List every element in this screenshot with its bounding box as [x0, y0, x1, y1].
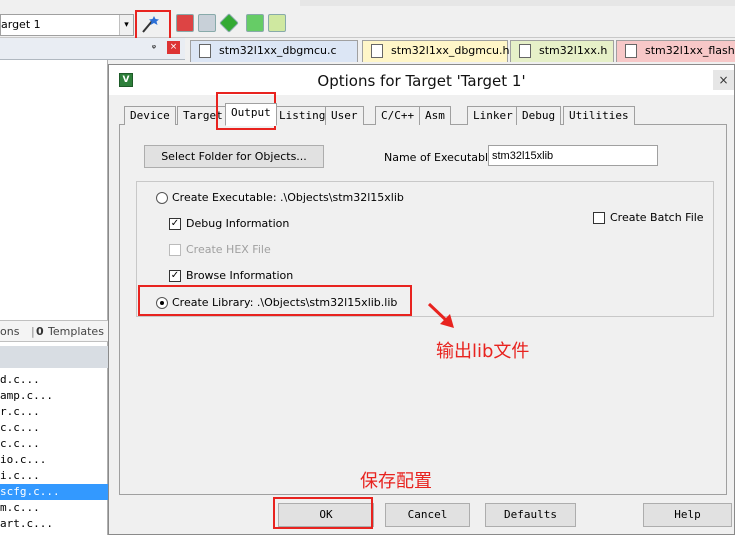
- file-list-item[interactable]: art.c...: [0, 516, 108, 532]
- editor-tab[interactable]: stm32l1xx.h: [510, 40, 614, 62]
- browse-info-label: Browse Information: [186, 269, 294, 282]
- highlight-create-library: [138, 285, 412, 316]
- file-icon: [519, 44, 531, 58]
- cancel-button[interactable]: Cancel: [385, 503, 470, 527]
- browse-info-checkbox[interactable]: ✓: [169, 270, 181, 282]
- file-list-item[interactable]: i.c...: [0, 468, 108, 484]
- target-select-value: arget 1: [1, 18, 41, 31]
- dialog-close-button[interactable]: ×: [713, 70, 734, 90]
- tab-asm[interactable]: Asm: [419, 106, 451, 125]
- tab-c-c-[interactable]: C/C++: [375, 106, 421, 125]
- tab-divider: |: [31, 325, 35, 338]
- manage-components-icon[interactable]: [176, 14, 194, 32]
- tab-user[interactable]: User: [325, 106, 364, 125]
- editor-tab-label: stm32l1xx_dbgmcu.h: [391, 44, 510, 57]
- red-arrow-icon: [427, 302, 454, 328]
- pin-icon[interactable]: ᵩ: [148, 40, 160, 54]
- dialog-tab-row: Device Target Output Listing User C/C++ Asm Lin…: [119, 103, 727, 126]
- select-folder-button[interactable]: Select Folder for Objects...: [144, 145, 324, 168]
- defaults-button[interactable]: Defaults: [485, 503, 576, 527]
- file-list-item[interactable]: d.c...: [0, 372, 108, 388]
- chevron-down-icon[interactable]: ▾: [119, 15, 133, 35]
- dialog-title: Options for Target 'Target 1': [317, 72, 526, 90]
- panel-section-bar: [0, 346, 108, 368]
- file-list-item[interactable]: c.c...: [0, 420, 108, 436]
- file-list-item[interactable]: amp.c...: [0, 388, 108, 404]
- ide-title-strip: [300, 0, 735, 6]
- rte-icon[interactable]: [268, 14, 286, 32]
- file-list-item[interactable]: m.c...: [0, 500, 108, 516]
- create-hex-checkbox[interactable]: [169, 244, 181, 256]
- templates-icon: 0: [36, 325, 44, 338]
- tab-device[interactable]: Device: [124, 106, 176, 125]
- name-of-executable-input[interactable]: [488, 145, 658, 166]
- file-list-item[interactable]: scfg.c...: [0, 484, 108, 500]
- project-panel-tabs: ons | 0 Templates: [0, 320, 108, 342]
- tab-debug[interactable]: Debug: [516, 106, 562, 125]
- debug-info-label: Debug Information: [186, 217, 290, 230]
- file-icon: [371, 44, 383, 58]
- editor-tab[interactable]: stm32l1xx_flash.c: [616, 40, 735, 62]
- file-icon: [199, 44, 211, 58]
- name-of-executable-label: Name of Executable:: [384, 151, 499, 164]
- tab-listing[interactable]: Listing: [273, 106, 332, 125]
- file-icon: [625, 44, 637, 58]
- annotation-output-lib: 输出lib文件: [436, 341, 530, 362]
- file-list: d.c... amp.c... r.c... c.c... c.c... io.c... i…: [0, 372, 108, 532]
- target-select[interactable]: arget 1 ▾: [0, 14, 134, 36]
- file-list-item[interactable]: io.c...: [0, 452, 108, 468]
- editor-tab-label: stm32l1xx_dbgmcu.c: [219, 44, 337, 57]
- create-batch-label: Create Batch File: [610, 211, 704, 224]
- create-executable-radio[interactable]: [156, 192, 168, 204]
- tab-functions[interactable]: ons: [0, 325, 19, 338]
- editor-tab[interactable]: stm32l1xx_dbgmcu.h: [362, 40, 510, 62]
- editor-tab-label: stm32l1xx.h: [539, 44, 608, 57]
- tab-templates[interactable]: Templates: [48, 325, 104, 338]
- create-hex-label: Create HEX File: [186, 243, 271, 256]
- editor-tab[interactable]: stm32l1xx_dbgmcu.c: [190, 40, 358, 62]
- dialog-titlebar: V Options for Target 'Target 1' ×: [109, 65, 734, 95]
- file-list-item[interactable]: r.c...: [0, 404, 108, 420]
- tab-output[interactable]: Output: [225, 103, 277, 126]
- create-batch-checkbox[interactable]: [593, 212, 605, 224]
- highlight-options-button: [135, 10, 171, 40]
- options-dialog: V Options for Target 'Target 1' × Device…: [108, 64, 735, 535]
- highlight-ok-button: [273, 497, 373, 529]
- create-executable-label: Create Executable: .\Objects\stm32l15xli…: [172, 191, 404, 204]
- pack-installer-icon[interactable]: [246, 14, 264, 32]
- tab-utilities[interactable]: Utilities: [563, 106, 635, 125]
- project-items-icon[interactable]: [198, 14, 216, 32]
- editor-tab-label: stm32l1xx_flash.c: [645, 44, 735, 57]
- debug-info-checkbox[interactable]: ✓: [169, 218, 181, 230]
- close-icon[interactable]: ×: [167, 41, 180, 54]
- help-button[interactable]: Help: [643, 503, 732, 527]
- annotation-save-config: 保存配置: [360, 471, 432, 492]
- file-list-item[interactable]: c.c...: [0, 436, 108, 452]
- tab-linker[interactable]: Linker: [467, 106, 519, 125]
